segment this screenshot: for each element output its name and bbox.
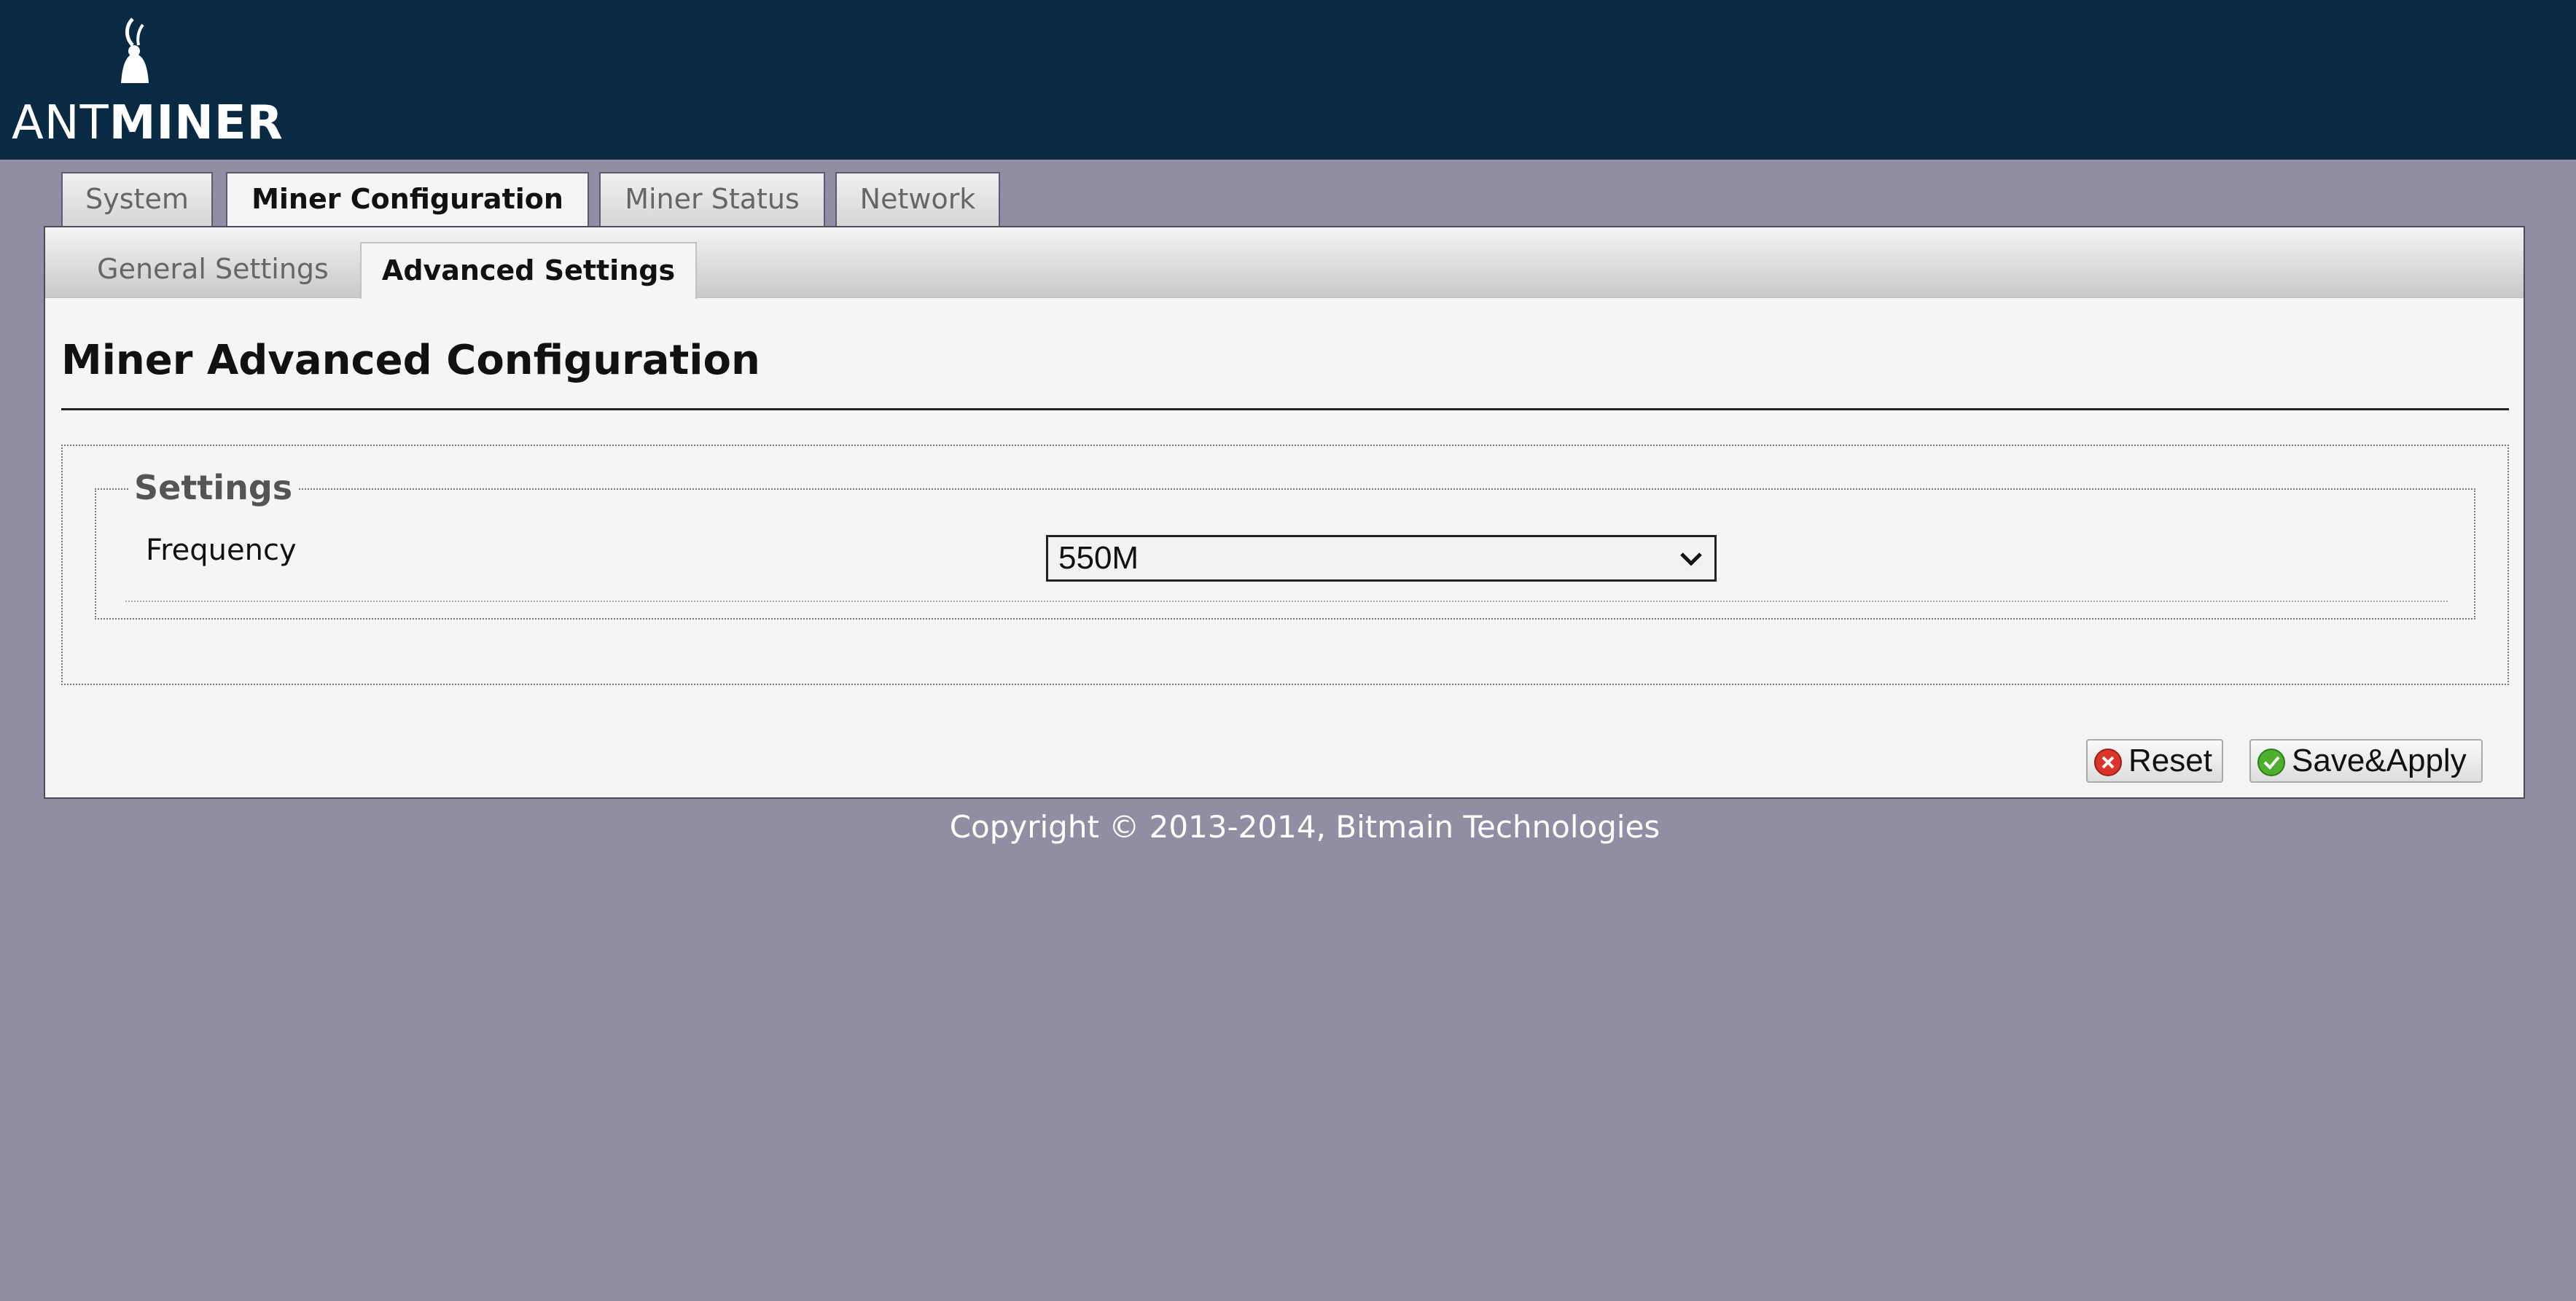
antminer-logo: ANTMINER	[12, 16, 283, 150]
save-apply-button[interactable]: Save&Apply	[2249, 739, 2483, 783]
chevron-down-icon	[1680, 552, 1702, 566]
title-divider	[61, 408, 2509, 410]
logo-ant-text: ANT	[12, 96, 109, 150]
tab-system[interactable]: System	[61, 172, 213, 226]
settings-section: Settings Frequency 550M	[61, 445, 2509, 685]
x-circle-icon	[2094, 749, 2122, 776]
copyright-footer: Copyright © 2013-2014, Bitmain Technolog…	[949, 809, 1660, 845]
reset-button[interactable]: Reset	[2086, 739, 2223, 783]
frequency-label: Frequency	[146, 534, 297, 567]
tab-miner-status[interactable]: Miner Status	[599, 172, 825, 226]
logo-wordmark: ANTMINER	[12, 96, 284, 150]
row-divider	[125, 601, 2448, 602]
check-circle-icon	[2257, 749, 2285, 776]
tab-general-settings[interactable]: General Settings	[67, 242, 359, 297]
tab-network[interactable]: Network	[835, 172, 1000, 226]
fieldset-legend: Settings	[128, 468, 299, 507]
frequency-selected-value: 550M	[1058, 540, 1139, 576]
save-apply-button-label: Save&Apply	[2292, 743, 2467, 778]
tab-miner-configuration[interactable]: Miner Configuration	[226, 172, 589, 229]
content-panel: General Settings Advanced Settings Miner…	[44, 226, 2525, 799]
header-bar: ANTMINER	[0, 0, 2576, 160]
page-title: Miner Advanced Configuration	[61, 337, 760, 384]
frequency-select[interactable]: 550M	[1046, 535, 1717, 582]
logo-miner-text: MINER	[109, 96, 284, 150]
tab-advanced-settings[interactable]: Advanced Settings	[360, 242, 697, 299]
reset-button-label: Reset	[2128, 743, 2212, 778]
sub-tab-bar: General Settings Advanced Settings	[45, 227, 2524, 299]
ant-logo-icon	[121, 17, 149, 83]
settings-fieldset: Settings Frequency 550M	[95, 468, 2475, 620]
